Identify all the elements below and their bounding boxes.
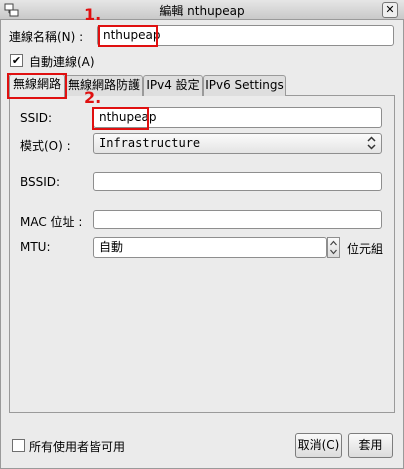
mtu-value: 自動 [99, 240, 124, 254]
mtu-spinbox[interactable]: 自動 [93, 237, 327, 258]
tab-wireless-security[interactable]: 無線網路防護 [65, 75, 143, 96]
apply-button-label: 套用 [358, 438, 383, 452]
tab-ipv6-settings[interactable]: IPv6 Settings [203, 75, 286, 96]
mtu-stepper[interactable] [327, 237, 340, 258]
tab-ipv4-label: IPv4 設定 [146, 78, 200, 92]
auto-connect-label: 自動連線(A) [29, 55, 95, 69]
mode-label: 模式(O) : [20, 139, 71, 153]
mtu-unit-label: 位元組 [347, 242, 384, 256]
connection-name-label: 連線名稱(N) : [9, 30, 84, 44]
close-button[interactable]: ✕ [382, 2, 398, 18]
bssid-label: BSSID: [20, 175, 61, 189]
cancel-button[interactable]: 取消(C) [295, 433, 342, 458]
all-users-label: 所有使用者皆可用 [29, 440, 126, 454]
mtu-label: MTU: [20, 240, 51, 254]
mode-value: Infrastructure [99, 136, 201, 150]
auto-connect-checkbox[interactable]: ✔ [10, 54, 23, 67]
all-users-checkbox[interactable] [12, 439, 25, 452]
annotation-box-connection-name [98, 25, 158, 47]
tab-wireless-security-label: 無線網路防護 [67, 78, 140, 92]
close-icon: ✕ [385, 3, 395, 16]
mode-select[interactable]: Infrastructure [93, 133, 382, 154]
annotation-step-1: 1. [84, 5, 102, 24]
window-title: 編輯 nthupeap [159, 4, 245, 18]
up-down-arrows-icon [367, 136, 376, 155]
tab-ipv6-label: IPv6 Settings [205, 78, 284, 92]
mac-address-label: MAC 位址 : [20, 215, 83, 229]
check-icon: ✔ [11, 54, 22, 67]
apply-button[interactable]: 套用 [348, 433, 393, 458]
ssid-label: SSID: [20, 111, 53, 125]
bssid-input[interactable] [93, 172, 382, 191]
annotation-box-wireless-tab [7, 73, 67, 99]
mac-address-input[interactable] [93, 210, 382, 229]
cancel-button-label: 取消(C) [297, 438, 340, 452]
annotation-box-ssid [92, 107, 149, 130]
annotation-step-2: 2. [84, 88, 102, 107]
tab-ipv4-settings[interactable]: IPv4 設定 [143, 75, 203, 96]
